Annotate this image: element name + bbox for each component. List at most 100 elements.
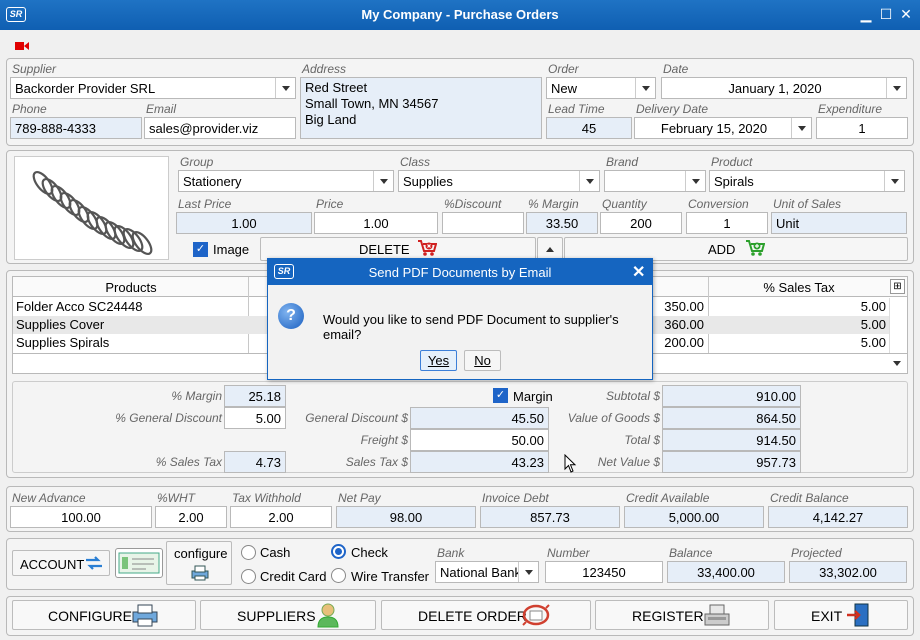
price-field[interactable]: 1.00: [314, 212, 438, 234]
credit-available-field[interactable]: 5,000.00: [624, 506, 764, 528]
total-field[interactable]: 914.50: [662, 429, 801, 451]
supplier-select[interactable]: Backorder Provider SRL: [10, 77, 296, 99]
chevron-down-icon[interactable]: [685, 171, 705, 191]
phone-field[interactable]: 789-888-4333: [10, 117, 142, 139]
chevron-down-icon[interactable]: [579, 171, 599, 191]
bank-check-icon[interactable]: [115, 548, 163, 578]
margin-pct-field[interactable]: 25.18: [224, 385, 286, 407]
chevron-down-icon[interactable]: [791, 118, 811, 138]
margin-field[interactable]: 33.50: [526, 212, 598, 234]
table-row-product[interactable]: Folder Acco SC24448: [13, 298, 247, 316]
sales-tax-label: Sales Tax $: [345, 455, 408, 469]
tax-withhold-field[interactable]: 2.00: [230, 506, 332, 528]
dialog-close-button[interactable]: ✕: [632, 262, 645, 282]
chevron-down-icon[interactable]: [884, 171, 904, 191]
column-chooser-icon[interactable]: ⊞: [890, 279, 905, 294]
date-picker[interactable]: January 1, 2020: [661, 77, 907, 99]
wht-label: %WHT: [157, 491, 195, 505]
table-row-product[interactable]: Supplies Spirals: [13, 334, 247, 352]
title-bar: SR My Company - Purchase Orders ▁ ☐ ✕: [0, 0, 920, 30]
expenditure-field[interactable]: 1: [816, 117, 908, 139]
configure-button[interactable]: CONFIGURE: [12, 600, 196, 630]
class-select[interactable]: Supplies: [398, 170, 600, 192]
gen-disc-pct-label: % General Discount: [115, 411, 222, 425]
lead-time-label: Lead Time: [548, 102, 605, 116]
number-field[interactable]: 123450: [545, 561, 663, 583]
date-label: Date: [663, 62, 689, 76]
unit-field[interactable]: Unit: [771, 212, 907, 234]
delete-order-button[interactable]: DELETE ORDER: [381, 600, 591, 630]
check-radio[interactable]: [331, 544, 346, 559]
table-row-tax[interactable]: 5.00: [709, 316, 889, 334]
exit-button[interactable]: EXIT: [774, 600, 908, 630]
supplier-value: Backorder Provider SRL: [15, 81, 156, 96]
group-select[interactable]: Stationery: [178, 170, 394, 192]
net-pay-field[interactable]: 98.00: [336, 506, 476, 528]
projected-field[interactable]: 33,302.00: [789, 561, 907, 583]
address-field[interactable]: Red Street Small Town, MN 34567 Big Land: [300, 77, 542, 139]
chevron-down-icon[interactable]: [893, 361, 901, 366]
address-line3: Big Land: [305, 112, 357, 127]
delivery-label: Delivery Date: [636, 102, 709, 116]
order-select[interactable]: New: [546, 77, 656, 99]
lead-time-field[interactable]: 45: [546, 117, 632, 139]
person-icon: [315, 602, 341, 631]
email-label: Email: [146, 102, 177, 116]
account-button[interactable]: ACCOUNT: [12, 550, 110, 576]
sales-tax-field[interactable]: 43.23: [410, 451, 549, 473]
maximize-button[interactable]: ☐: [877, 5, 895, 23]
group-label: Group: [180, 155, 214, 169]
order-label: Order: [548, 62, 579, 76]
yes-button[interactable]: Yes: [420, 350, 457, 371]
delivery-date-picker[interactable]: February 15, 2020: [634, 117, 812, 139]
discount-field[interactable]: [442, 212, 524, 234]
quantity-field[interactable]: 200: [600, 212, 682, 234]
credit-card-radio[interactable]: [241, 569, 256, 584]
suppliers-button[interactable]: SUPPLIERS: [200, 600, 376, 630]
chevron-down-icon[interactable]: [275, 78, 295, 98]
sales-tax-pct-field[interactable]: 4.73: [224, 451, 286, 473]
last-price-field[interactable]: 1.00: [176, 212, 312, 234]
email-field[interactable]: sales@provider.viz: [144, 117, 296, 139]
goods-field[interactable]: 864.50: [662, 407, 801, 429]
supplier-label: Supplier: [12, 62, 57, 76]
chevron-down-icon[interactable]: [886, 78, 906, 98]
brand-select[interactable]: [604, 170, 706, 192]
freight-field[interactable]: 50.00: [410, 429, 549, 451]
minimize-button[interactable]: ▁: [857, 5, 875, 23]
wht-field[interactable]: 2.00: [155, 506, 227, 528]
subtotal-field[interactable]: 910.00: [662, 385, 801, 407]
table-row-tax[interactable]: 5.00: [709, 334, 889, 352]
printer-icon: [131, 603, 159, 630]
price-label: Price: [316, 197, 344, 211]
balance-field[interactable]: 33,400.00: [667, 561, 785, 583]
products-column-header[interactable]: Products: [13, 280, 249, 295]
configure-check-button[interactable]: configure: [166, 541, 232, 585]
table-row-product[interactable]: Supplies Cover: [13, 316, 247, 334]
margin-pct-label: % Margin: [171, 389, 222, 403]
new-advance-field[interactable]: 100.00: [10, 506, 152, 528]
gen-disc-field[interactable]: 45.50: [410, 407, 549, 429]
gen-disc-pct-field[interactable]: 5.00: [224, 407, 286, 429]
chevron-down-icon[interactable]: [373, 171, 393, 191]
wire-transfer-radio[interactable]: [331, 568, 346, 583]
product-select[interactable]: Spirals: [709, 170, 905, 192]
close-button[interactable]: ✕: [897, 5, 915, 23]
margin-checkbox[interactable]: ✓: [493, 388, 508, 403]
bank-select[interactable]: National Bank: [435, 561, 539, 583]
cash-radio[interactable]: [241, 545, 256, 560]
configure-label: configure: [174, 546, 228, 561]
chevron-down-icon[interactable]: [518, 562, 538, 582]
invoice-debt-field[interactable]: 857.73: [480, 506, 620, 528]
conversion-field[interactable]: 1: [686, 212, 768, 234]
image-checkbox[interactable]: ✓: [193, 242, 208, 257]
register-button[interactable]: REGISTER: [595, 600, 769, 630]
table-row-tax[interactable]: 5.00: [709, 298, 889, 316]
video-record-icon[interactable]: [15, 39, 30, 50]
sales-tax-column-header[interactable]: % Sales Tax: [709, 280, 889, 295]
credit-balance-field[interactable]: 4,142.27: [768, 506, 908, 528]
chevron-down-icon[interactable]: [635, 78, 655, 98]
no-button[interactable]: No: [464, 350, 501, 371]
date-value: January 1, 2020: [728, 81, 822, 96]
net-field[interactable]: 957.73: [662, 451, 801, 473]
